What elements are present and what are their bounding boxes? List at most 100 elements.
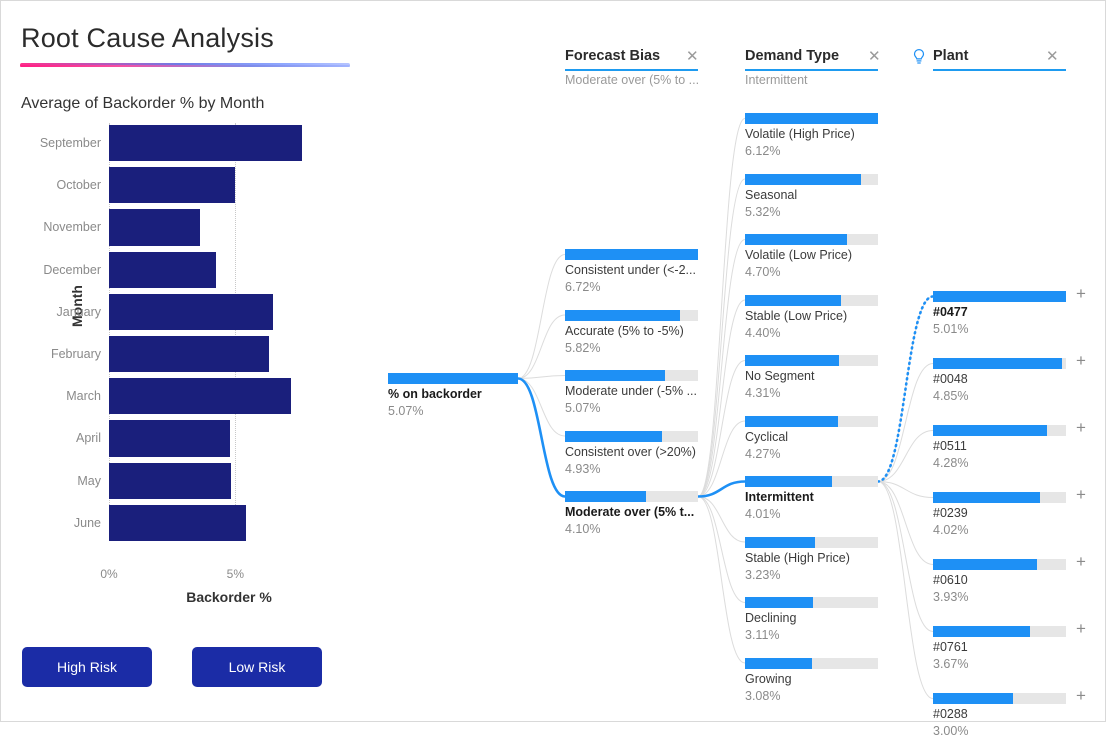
- node-value: 5.07%: [388, 404, 424, 418]
- tree-connector: [877, 481, 934, 699]
- node-value: 4.01%: [745, 507, 781, 521]
- chart-bar[interactable]: [109, 462, 232, 499]
- chart-bar-row[interactable]: March: [66, 378, 349, 415]
- node-value: 4.70%: [745, 265, 781, 279]
- x-axis-tick: 5%: [226, 567, 244, 581]
- node-value: 4.28%: [933, 456, 969, 470]
- chart-bar[interactable]: [109, 420, 231, 457]
- node-value: 3.00%: [933, 724, 969, 738]
- chart-bar-row[interactable]: October: [57, 167, 349, 204]
- tree-connector: [517, 375, 566, 379]
- chart-bar[interactable]: [109, 504, 246, 541]
- tree-connector-ai-suggested: [876, 295, 935, 483]
- node-value: 5.07%: [565, 401, 601, 415]
- tree-column-title: Demand Type: [745, 48, 840, 64]
- node-value: 4.40%: [745, 325, 781, 340]
- node-bar-fill: [745, 173, 861, 185]
- chart-bar[interactable]: [109, 209, 201, 246]
- node-value: 4.93%: [565, 461, 601, 476]
- tree-connector: [877, 481, 934, 498]
- node-value: 5.32%: [745, 204, 781, 219]
- tree-connector: [877, 481, 934, 565]
- node-bar-fill: [933, 358, 1062, 369]
- node-value: 5.01%: [933, 322, 969, 336]
- tree-column-underline: [745, 69, 878, 71]
- chart-bar[interactable]: [109, 293, 274, 330]
- node-bar-fill: [745, 113, 878, 124]
- node-value: 3.08%: [745, 688, 781, 703]
- node-label: Moderate under (-5% ...: [565, 384, 698, 398]
- chart-bar-row[interactable]: June: [74, 504, 349, 541]
- chart-bar[interactable]: [109, 378, 292, 415]
- bar-category-label: September: [39, 136, 101, 150]
- chart-bar-row[interactable]: November: [43, 209, 349, 246]
- tree-connector: [877, 481, 934, 632]
- chart-bar-row[interactable]: December: [43, 251, 349, 288]
- expand-node-icon[interactable]: +: [1076, 352, 1086, 369]
- bar-category-label: January: [56, 304, 101, 319]
- tree-column-title: Forecast Bias: [565, 48, 661, 64]
- node-bar-fill: [745, 536, 816, 548]
- bar-category-label: March: [66, 389, 101, 404]
- tree-connector: [697, 360, 746, 497]
- expand-node-icon[interactable]: +: [1076, 419, 1086, 436]
- node-bar-fill: [933, 492, 1040, 503]
- node-value: 3.67%: [933, 657, 969, 671]
- node-value: 6.12%: [745, 144, 781, 158]
- tree-connector: [517, 254, 566, 379]
- chart-plot-area: 0% 5% September October November December Janu…: [40, 123, 349, 581]
- tree-connector: [697, 496, 746, 664]
- node-label: Seasonal: [745, 187, 798, 202]
- node-value: 3.23%: [745, 567, 781, 582]
- close-icon[interactable]: ✕: [686, 48, 699, 65]
- bar-category-label: May: [77, 473, 101, 488]
- chart-title: Average of Backorder % by Month: [21, 95, 265, 112]
- node-bar-fill: [933, 626, 1031, 637]
- bar-category-label: June: [73, 515, 101, 530]
- bar-category-label: April: [75, 431, 101, 446]
- expand-node-icon[interactable]: +: [1076, 285, 1086, 302]
- chart-bar[interactable]: [109, 167, 236, 204]
- chart-bar[interactable]: [109, 125, 302, 162]
- close-icon[interactable]: ✕: [868, 48, 881, 65]
- node-value: 4.02%: [933, 523, 969, 537]
- node-label: Stable (Low Price): [745, 308, 848, 323]
- node-value: 4.10%: [565, 522, 601, 536]
- tree-column-underline: [565, 69, 698, 71]
- bar-category-label: October: [56, 178, 101, 193]
- chart-bar-row[interactable]: April: [76, 420, 349, 457]
- node-label: #0610: [933, 573, 968, 587]
- low-risk-button[interactable]: Low Risk: [192, 647, 322, 687]
- node-bar-fill: [745, 597, 813, 608]
- chart-bar[interactable]: [109, 251, 217, 288]
- chart-bar[interactable]: [109, 336, 269, 373]
- bar-category-label: February: [50, 347, 101, 361]
- expand-node-icon[interactable]: +: [1076, 620, 1086, 637]
- close-icon[interactable]: ✕: [1046, 48, 1059, 65]
- chart-bar-row[interactable]: September: [40, 125, 349, 162]
- tree-column-header-demand-type[interactable]: Demand Type ✕: [745, 48, 881, 74]
- node-bar-fill: [933, 559, 1038, 570]
- node-label: Growing: [745, 671, 792, 686]
- page-title: Root Cause Analysis: [21, 23, 274, 53]
- chart-bar-row[interactable]: May: [77, 462, 349, 499]
- node-bar-fill: [745, 476, 833, 487]
- tree-column-header-plant[interactable]: Plant ✕: [913, 48, 1066, 74]
- tree-column-underline: [933, 69, 1066, 71]
- tree-column-title: Plant: [933, 48, 969, 64]
- node-bar-fill: [565, 249, 698, 260]
- backorder-bar-chart: Month 0% 5% September October November Decemb…: [21, 123, 351, 605]
- tree-column-header-forecast-bias[interactable]: Forecast Bias ✕: [565, 48, 699, 74]
- node-value: 3.11%: [745, 628, 780, 642]
- node-label: #0288: [933, 707, 968, 721]
- chart-bar-row[interactable]: January: [57, 293, 349, 330]
- node-value: 3.93%: [933, 590, 969, 604]
- node-label: #0511: [933, 439, 967, 453]
- expand-node-icon[interactable]: +: [1076, 687, 1086, 704]
- node-label: Intermittent: [745, 490, 814, 504]
- tree-connector: [877, 430, 934, 482]
- expand-node-icon[interactable]: +: [1076, 486, 1086, 503]
- high-risk-button[interactable]: High Risk: [22, 647, 152, 687]
- expand-node-icon[interactable]: +: [1076, 553, 1086, 570]
- chart-bar-row[interactable]: February: [51, 336, 349, 373]
